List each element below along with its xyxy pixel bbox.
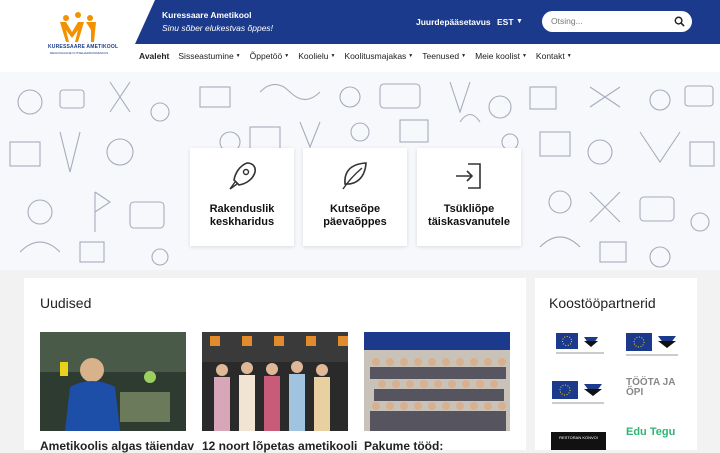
card-tsukliope-taiskasvanutele[interactable]: Tsükliõpe täiskasvanutele (417, 148, 521, 246)
logo-figures-icon (60, 12, 96, 42)
news-photo-graduates-icon (202, 332, 348, 431)
nav-item-oppetoo[interactable]: Õppetöö ▼ (250, 51, 290, 65)
card-label-line2: päevaõppes (323, 216, 387, 228)
site-header: KURESSAARE AMETIKOOL REGIONAALNE KUTSEHA… (0, 0, 720, 72)
news-photo-welder-icon (40, 332, 186, 431)
partner-logo-text: TÖÖTA JA ÕPI (626, 377, 676, 398)
eu-flag-icon (556, 333, 604, 354)
partner-logo-text: Edu Tegu (626, 426, 676, 438)
news-image-3[interactable] (364, 332, 510, 431)
news-title-1[interactable]: Ametikoolis algas täiendav (40, 439, 194, 453)
news-photo-group-icon (364, 332, 510, 431)
news-image-2[interactable] (202, 332, 348, 431)
language-select[interactable]: EST (497, 17, 514, 27)
partners-heading: Koostööpartnerid (549, 295, 656, 311)
search-icon[interactable] (674, 16, 685, 27)
school-slogan: Sinu sõber elukestvas õppes! (162, 23, 274, 33)
eu-flag-icon (552, 381, 604, 404)
card-label-line1: Kutseõpe (329, 203, 381, 215)
eu-flag-icon (626, 333, 678, 356)
card-label-line2: keskharidus (209, 216, 275, 228)
card-kutseope-paevaoppes[interactable]: Kutseõpe päevaõppes (303, 148, 407, 246)
nav-item-teenused[interactable]: Teenused ▼ (422, 51, 466, 65)
accessibility-link[interactable]: Juurdepääsetavus (416, 17, 491, 27)
nav-item-kontakt[interactable]: Kontakt ▼ (536, 51, 572, 65)
partner-logo-text: RESTORAN KONVOI (559, 435, 598, 440)
main-nav: Avaleht Sisseastumine ▼ Õppetöö ▼ Koolielu… (139, 51, 581, 65)
partner-logo-restoran[interactable]: RESTORAN KONVOI (551, 432, 606, 450)
partner-logo-eu-2[interactable] (626, 333, 678, 364)
search-placeholder: Otsing... (551, 16, 583, 26)
news-image-1[interactable] (40, 332, 186, 431)
card-label-line1: Rakenduslik (209, 203, 275, 215)
news-title-2[interactable]: 12 noort lõpetas ametikooli (202, 439, 357, 453)
partner-logo-edu-tegu[interactable]: Edu Tegu (626, 427, 678, 438)
leaf-icon (342, 162, 367, 190)
partner-logo-eu-3[interactable] (552, 381, 604, 412)
search-input[interactable]: Otsing... (542, 11, 692, 32)
news-heading: Uudised (40, 295, 92, 311)
partner-logo-toota-ja-opi[interactable]: TÖÖTA JA ÕPI (626, 378, 678, 398)
news-title-3[interactable]: Pakume tööd: (364, 439, 443, 453)
nav-item-sisseastumine[interactable]: Sisseastumine ▼ (178, 51, 240, 65)
card-label-line2: täiskasvanutele (428, 216, 510, 228)
logo-text: KURESSAARE AMETIKOOL (48, 44, 119, 50)
nav-item-avaleht[interactable]: Avaleht (139, 51, 169, 65)
partner-logo-eu-1[interactable] (556, 333, 604, 364)
site-logo[interactable]: KURESSAARE AMETIKOOL REGIONAALNE KUTSEHA… (0, 0, 135, 72)
card-rakenduslik-keskharidus[interactable]: Rakenduslik keskharidus (190, 148, 294, 246)
logo-subtext: REGIONAALNE KUTSEHARIDUSKESKUS (50, 51, 109, 55)
sign-in-icon (456, 163, 481, 189)
chevron-down-icon[interactable]: ▼ (516, 18, 523, 25)
nav-item-meie-koolist[interactable]: Meie koolist ▼ (475, 51, 527, 65)
nav-item-koolitusmajakas[interactable]: Koolitusmajakas ▼ (344, 51, 413, 65)
school-name: Kuressaare Ametikool (162, 10, 252, 20)
card-label-line1: Tsükliõpe (443, 203, 495, 215)
nav-item-koolielu[interactable]: Koolielu ▼ (298, 51, 335, 65)
rocket-icon (229, 162, 256, 190)
